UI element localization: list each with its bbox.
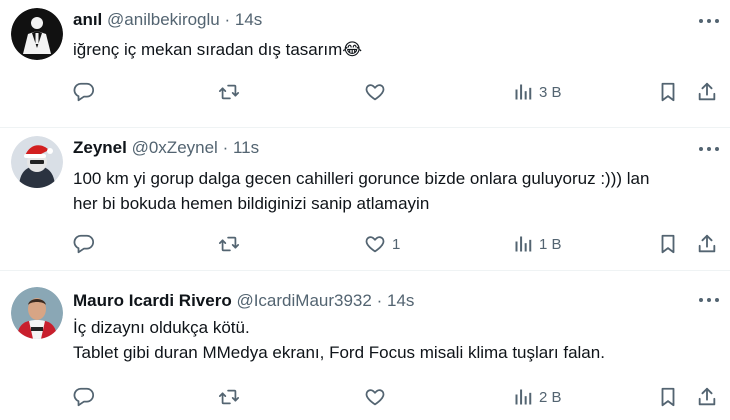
- retweet-icon: [218, 386, 240, 408]
- tweet-text-line: iğrenç iç mekan sıradan dış tasarım😂: [73, 40, 363, 59]
- user-handle[interactable]: @anilbekiroglu: [107, 10, 220, 29]
- display-name[interactable]: anıl: [73, 10, 102, 29]
- views-button[interactable]: 2 B: [513, 385, 562, 409]
- tweet-text: 100 km yi gorup dalga gecen cahilleri go…: [73, 166, 710, 216]
- avatar[interactable]: [11, 136, 63, 188]
- tweet-header: anıl @anilbekiroglu · 14s: [73, 9, 690, 31]
- like-count: 1: [392, 235, 401, 253]
- display-name[interactable]: Mauro Icardi Rivero: [73, 291, 232, 310]
- view-count: 1 B: [539, 235, 562, 253]
- bookmark-button[interactable]: [658, 385, 678, 409]
- action-bar: 2 B: [73, 385, 718, 409]
- reply-button[interactable]: [73, 232, 95, 256]
- timestamp[interactable]: 14s: [235, 10, 262, 29]
- avatar[interactable]: [11, 8, 63, 60]
- share-button[interactable]: [696, 80, 718, 104]
- reply-button[interactable]: [73, 385, 95, 409]
- share-icon: [696, 233, 718, 255]
- tweet-1[interactable]: anıl @anilbekiroglu · 14s iğrenç iç meka…: [0, 0, 730, 128]
- separator-dot: ·: [222, 138, 229, 157]
- tweet-header: Zeynel @0xZeynel · 11s: [73, 137, 690, 159]
- share-icon: [696, 386, 718, 408]
- views-icon: [513, 234, 533, 254]
- user-handle[interactable]: @IcardiMaur3932: [236, 291, 371, 310]
- retweet-button[interactable]: [218, 232, 240, 256]
- views-icon: [513, 82, 533, 102]
- retweet-button[interactable]: [218, 385, 240, 409]
- like-button[interactable]: [364, 385, 392, 409]
- bookmark-icon: [658, 81, 678, 103]
- action-bar: 1 1 B: [73, 232, 718, 256]
- retweet-icon: [218, 233, 240, 255]
- like-button[interactable]: 1: [364, 232, 400, 256]
- bookmark-icon: [658, 386, 678, 408]
- tweet-text-line: her bi bokuda hemen bildiginizi sanip at…: [73, 194, 430, 213]
- views-icon: [513, 387, 533, 407]
- share-button[interactable]: [696, 232, 718, 256]
- views-button[interactable]: 1 B: [513, 232, 562, 256]
- share-button[interactable]: [696, 385, 718, 409]
- view-count: 2 B: [539, 388, 562, 406]
- tweet-text: iğrenç iç mekan sıradan dış tasarım😂: [73, 37, 710, 62]
- action-bar: 3 B: [73, 80, 718, 104]
- tweet-text-line: İç dizaynı oldukça kötü.: [73, 318, 250, 337]
- timestamp[interactable]: 14s: [387, 291, 414, 310]
- tweet-text: İç dizaynı oldukça kötü. Tablet gibi dur…: [73, 315, 710, 365]
- more-icon[interactable]: [699, 19, 719, 25]
- bookmark-button[interactable]: [658, 232, 678, 256]
- reply-icon: [73, 386, 95, 408]
- separator-dot: ·: [376, 291, 383, 310]
- like-button[interactable]: [364, 80, 392, 104]
- separator-dot: ·: [224, 10, 231, 29]
- tweet-feed: anıl @anilbekiroglu · 14s iğrenç iç meka…: [0, 0, 730, 420]
- tweet-2[interactable]: Zeynel @0xZeynel · 11s 100 km yi gorup d…: [0, 128, 730, 271]
- bookmark-button[interactable]: [658, 80, 678, 104]
- avatar[interactable]: [11, 287, 63, 339]
- retweet-icon: [218, 81, 240, 103]
- view-count: 3 B: [539, 83, 562, 101]
- retweet-button[interactable]: [218, 80, 240, 104]
- display-name[interactable]: Zeynel: [73, 138, 127, 157]
- like-icon: [364, 233, 386, 255]
- reply-button[interactable]: [73, 80, 95, 104]
- reply-icon: [73, 81, 95, 103]
- tweet-header: Mauro Icardi Rivero @IcardiMaur3932 · 14…: [73, 290, 690, 312]
- reply-icon: [73, 233, 95, 255]
- tweet-text-line: Tablet gibi duran MMedya ekranı, Ford Fo…: [73, 343, 605, 362]
- timestamp[interactable]: 11s: [233, 138, 259, 157]
- tweet-text-line: 100 km yi gorup dalga gecen cahilleri go…: [73, 169, 650, 188]
- user-handle[interactable]: @0xZeynel: [132, 138, 218, 157]
- views-button[interactable]: 3 B: [513, 80, 562, 104]
- like-icon: [364, 81, 386, 103]
- tweet-3[interactable]: Mauro Icardi Rivero @IcardiMaur3932 · 14…: [0, 271, 730, 420]
- share-icon: [696, 81, 718, 103]
- more-icon[interactable]: [699, 147, 719, 153]
- bookmark-icon: [658, 233, 678, 255]
- more-icon[interactable]: [699, 298, 719, 304]
- like-icon: [364, 386, 386, 408]
